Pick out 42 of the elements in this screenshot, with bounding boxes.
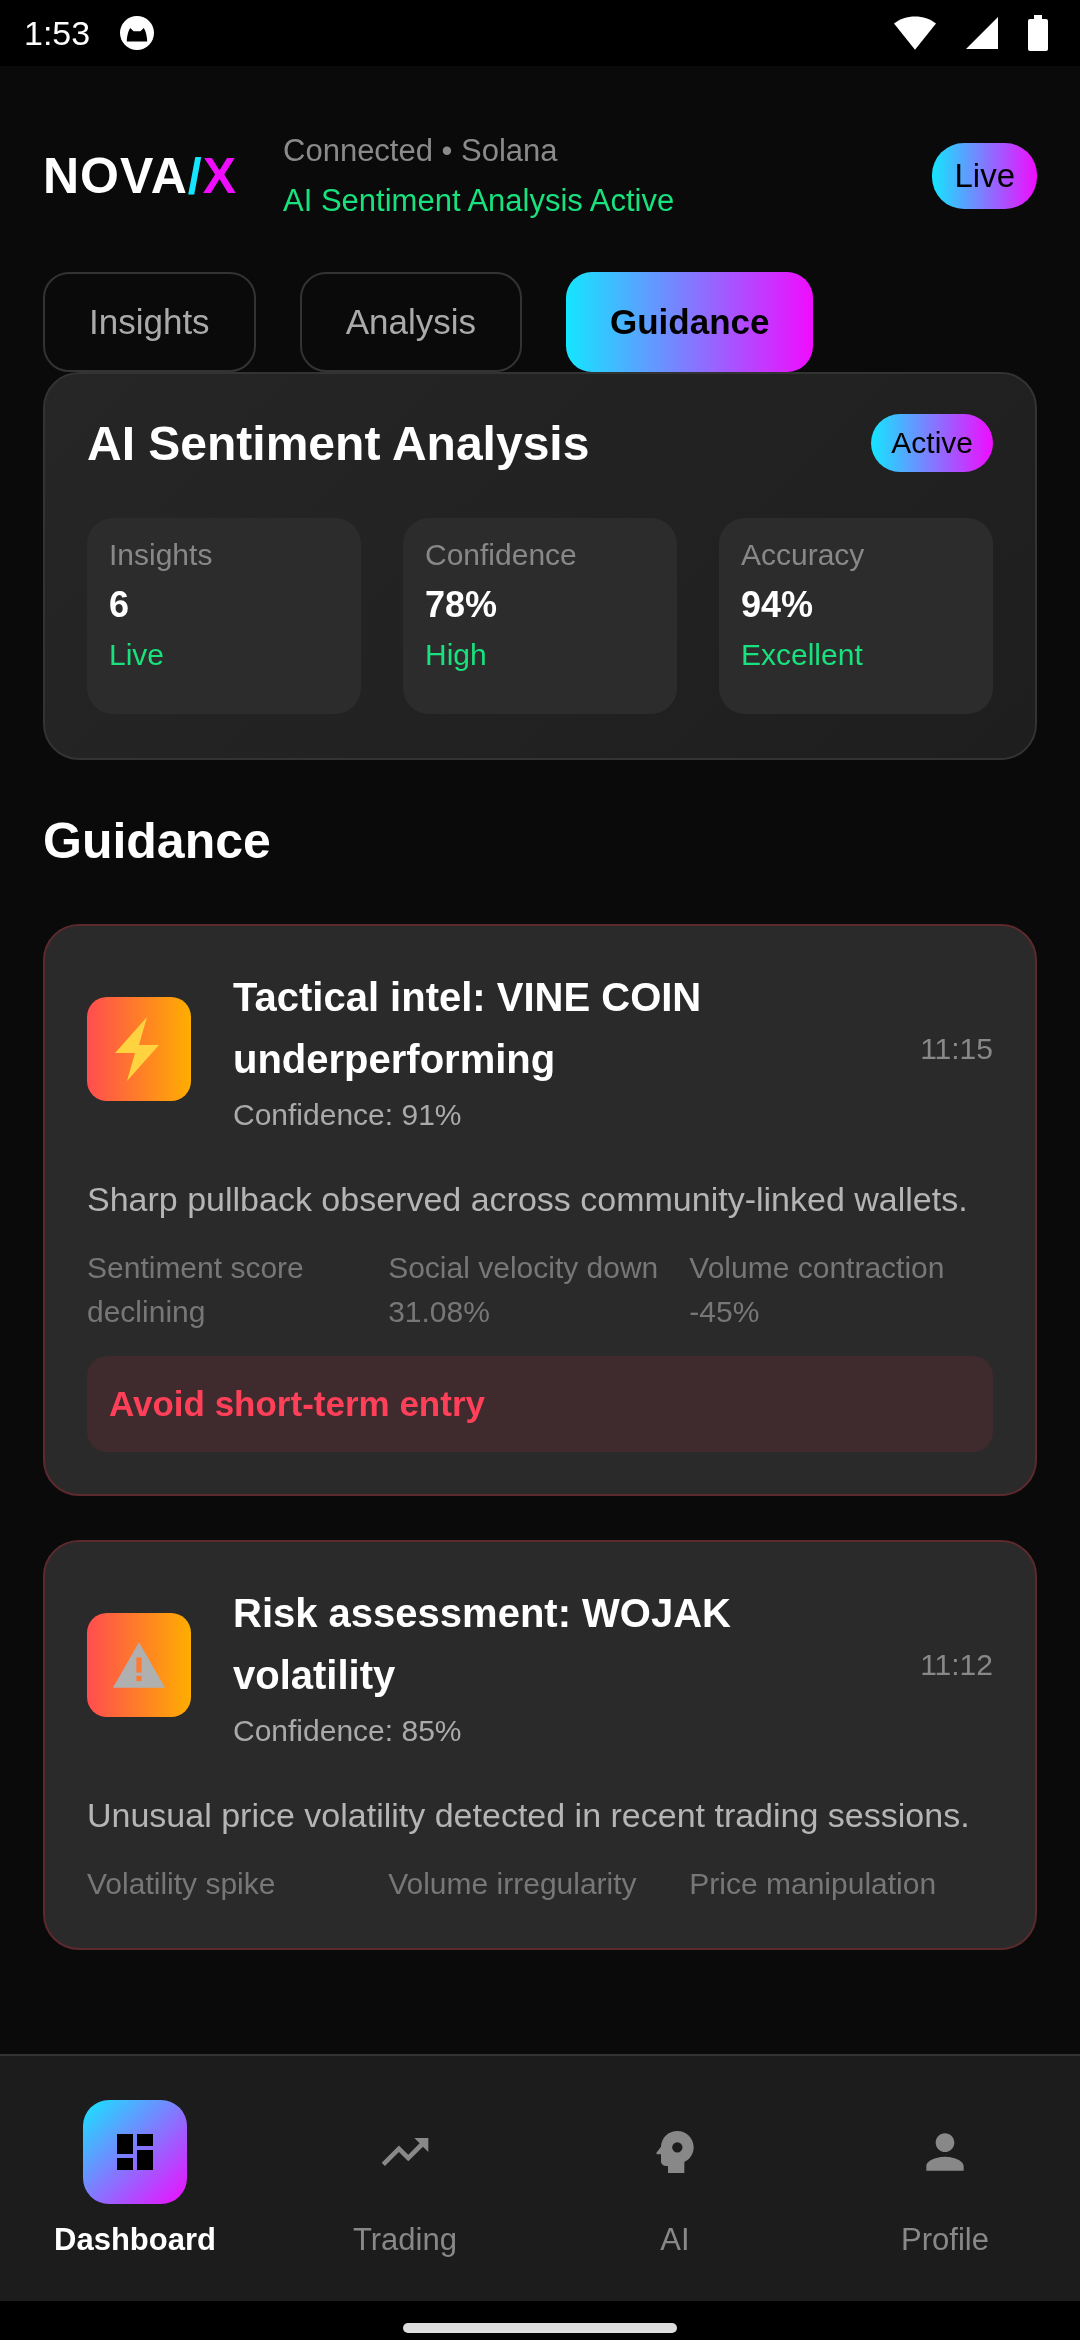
live-badge: Live <box>932 143 1037 209</box>
card-title: Risk assessment: WOJAK volatility <box>233 1590 732 1699</box>
factor-text: Social velocity down 31.08% <box>388 1250 660 1330</box>
nav-item[interactable]: Dashboard <box>0 2098 270 2259</box>
status-time: 1:53 <box>24 13 91 53</box>
tab[interactable]: Guidance <box>565 272 814 372</box>
stat-label: Insights <box>109 538 214 572</box>
battery-icon <box>1028 15 1048 51</box>
factor-text: Sentiment score declining <box>87 1250 305 1330</box>
stat-value: 78% <box>425 584 499 626</box>
confidence-text: Confidence: 85% <box>233 1714 463 1748</box>
nav-item[interactable]: Profile <box>810 2098 1080 2259</box>
connection-status: Connected • Solana <box>283 133 559 169</box>
wifi-icon <box>894 16 936 50</box>
stat-note: Live <box>109 638 166 672</box>
recommendation-banner: Avoid short-term entry <box>87 1356 993 1452</box>
active-badge: Active <box>871 414 993 472</box>
factor-text: Volume irregularity <box>388 1866 638 1902</box>
factor-text: Volume contraction -45% <box>689 1250 946 1330</box>
stat-value: 6 <box>109 584 131 626</box>
summary-title: AI Sentiment Analysis <box>87 415 590 471</box>
nav-item[interactable]: AI <box>540 2098 810 2259</box>
factor-text: Volatility spike <box>87 1866 277 1902</box>
nav-item[interactable]: Trading <box>270 2098 540 2259</box>
card-description: Sharp pullback observed across community-linked wallets. <box>87 1179 969 1220</box>
app-logo: NOVA/X <box>43 147 237 205</box>
signal-icon <box>966 17 998 49</box>
card-description: Unusual price volatility detected in recent trading sessions. <box>87 1795 971 1836</box>
stat-value: 94% <box>741 584 815 626</box>
card-time: 11:12 <box>920 1648 993 1682</box>
analysis-status: AI Sentiment Analysis Active <box>283 183 676 219</box>
factor-text: Price manipulation <box>689 1866 938 1902</box>
stat-note: Excellent <box>741 638 864 672</box>
stat-label: Confidence <box>425 538 578 572</box>
stat-label: Accuracy <box>741 538 866 572</box>
stat-note: High <box>425 638 488 672</box>
card-time: 11:15 <box>920 1032 993 1066</box>
warning-icon <box>113 1642 165 1688</box>
card-title: Tactical intel: VINE COIN underperforming <box>233 974 703 1083</box>
section-title: Guidance <box>43 812 272 870</box>
confidence-text: Confidence: 91% <box>233 1098 463 1132</box>
cat-icon <box>120 16 155 50</box>
